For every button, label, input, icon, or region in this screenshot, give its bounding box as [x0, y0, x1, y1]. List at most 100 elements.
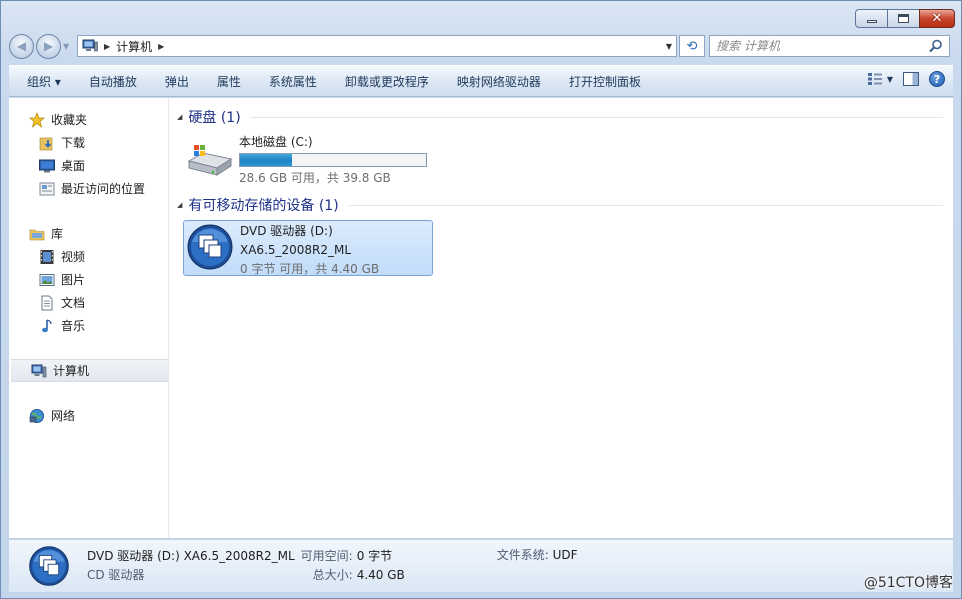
group-divider — [250, 116, 943, 118]
explorer-window: ✕ ◀ ▶ ▼ ▶ 计算机 ▶ ▼ ⟲ 组织 ▾ — [0, 0, 962, 599]
system-properties-button[interactable]: 系统属性 — [255, 73, 331, 90]
file-system-label: 文件系统: — [496, 548, 549, 562]
network-group: 网络 — [9, 404, 168, 427]
window-controls: ✕ — [855, 9, 955, 28]
star-icon — [29, 111, 45, 128]
dvd-drive-icon — [187, 224, 233, 270]
group-header-hard-disks[interactable]: ◢ 硬盘 (1) — [177, 107, 943, 127]
content-area: 收藏夹 下载 桌面 最近访问的位置 库 视频 图片 文档 音乐 计算机 网络 ◢… — [9, 98, 953, 539]
sidebar-item-music[interactable]: 音乐 — [9, 314, 168, 337]
search-box[interactable] — [709, 35, 950, 57]
network-icon — [29, 408, 44, 423]
group-divider — [348, 204, 943, 206]
address-dropdown-icon[interactable]: ▼ — [666, 42, 672, 51]
total-size-value: 4.40 GB — [356, 568, 405, 582]
local-disk-icon — [187, 145, 233, 176]
back-button[interactable]: ◀ — [9, 33, 34, 59]
uninstall-program-button[interactable]: 卸载或更改程序 — [331, 73, 443, 90]
documents-icon — [41, 295, 53, 310]
sidebar-item-label: 网络 — [51, 409, 76, 423]
free-space-value: 0 字节 — [356, 549, 393, 563]
search-icon[interactable] — [929, 39, 943, 53]
recent-places-icon — [39, 182, 55, 195]
sidebar-item-network[interactable]: 网络 — [9, 404, 168, 427]
library-folder-icon — [29, 229, 45, 240]
breadcrumb-separator-icon[interactable]: ▶ — [104, 42, 110, 51]
sidebar-item-label: 计算机 — [53, 364, 90, 378]
help-icon[interactable]: ? — [929, 71, 945, 87]
drive-name: 本地磁盘 (C:) — [239, 135, 313, 149]
sidebar-item-documents[interactable]: 文档 — [9, 291, 168, 314]
details-title: DVD 驱动器 (D:) XA6.5_2008R2_ML — [87, 549, 295, 563]
map-network-drive-button[interactable]: 映射网络驱动器 — [443, 73, 555, 90]
computer-icon — [82, 39, 98, 52]
watermark: @51CTO博客 — [863, 575, 953, 591]
sidebar-item-label: 桌面 — [61, 159, 86, 173]
organize-menu[interactable]: 组织 ▾ — [9, 73, 75, 90]
free-space-label: 可用空间: — [300, 549, 353, 563]
collapse-arrow-icon[interactable]: ◢ — [177, 113, 182, 121]
collapse-arrow-icon[interactable]: ◢ — [177, 201, 182, 209]
sidebar-favorites[interactable]: 收藏夹 — [9, 108, 168, 131]
drive-item-dvd[interactable]: DVD 驱动器 (D:) XA6.5_2008R2_ML 0 字节 可用，共 4… — [183, 220, 433, 276]
pictures-icon — [39, 273, 55, 286]
autoplay-button[interactable]: 自动播放 — [75, 73, 151, 90]
dvd-drive-icon — [29, 546, 69, 586]
minimize-button[interactable] — [855, 9, 888, 28]
capacity-bar-fill — [240, 154, 293, 166]
navigation-pane: 收藏夹 下载 桌面 最近访问的位置 库 视频 图片 文档 音乐 计算机 网络 — [9, 98, 169, 538]
command-bar: 组织 ▾ 自动播放 弹出 属性 系统属性 卸载或更改程序 映射网络驱动器 打开控… — [9, 65, 953, 97]
sidebar-item-label: 图片 — [61, 273, 86, 287]
sidebar-item-label: 收藏夹 — [51, 113, 88, 127]
refresh-icon: ⟲ — [686, 38, 698, 54]
file-system-value: UDF — [552, 548, 578, 562]
minimize-icon — [866, 20, 877, 23]
sidebar-item-desktop[interactable]: 桌面 — [9, 154, 168, 177]
sidebar-item-recent-places[interactable]: 最近访问的位置 — [9, 177, 168, 200]
music-icon — [42, 318, 52, 332]
details-fs: 文件系统: UDF — [497, 546, 578, 565]
sidebar-item-computer[interactable]: 计算机 — [11, 359, 168, 382]
toolbar-right: ▼ ? — [867, 71, 945, 87]
refresh-button[interactable]: ⟲ — [679, 35, 705, 57]
drive-name: DVD 驱动器 (D:) — [240, 224, 333, 238]
sidebar-item-pictures[interactable]: 图片 — [9, 268, 168, 291]
drive-info: 本地磁盘 (C:) 28.6 GB 可用，共 39.8 GB — [239, 133, 427, 189]
close-button[interactable]: ✕ — [919, 9, 955, 28]
details-type: CD 驱动器 — [87, 568, 145, 582]
eject-button[interactable]: 弹出 — [151, 73, 203, 90]
video-icon — [40, 249, 54, 264]
open-control-panel-button[interactable]: 打开控制面板 — [555, 73, 655, 90]
details-title-col: DVD 驱动器 (D:) XA6.5_2008R2_ML CD 驱动器 — [87, 547, 295, 585]
sidebar-item-label: 下载 — [61, 136, 86, 150]
properties-button[interactable]: 属性 — [203, 73, 255, 90]
drive-item-c[interactable]: 本地磁盘 (C:) 28.6 GB 可用，共 39.8 GB — [185, 133, 445, 189]
breadcrumb-computer[interactable]: 计算机 — [116, 38, 152, 55]
forward-button[interactable]: ▶ — [36, 33, 61, 59]
libraries-group: 库 视频 图片 文档 音乐 — [9, 222, 168, 337]
computer-group: 计算机 — [9, 359, 168, 382]
sidebar-item-downloads[interactable]: 下载 — [9, 131, 168, 154]
drive-usage: 0 字节 可用，共 4.40 GB — [240, 262, 380, 276]
group-header-removable[interactable]: ◢ 有可移动存储的设备 (1) — [177, 195, 943, 215]
sidebar-item-label: 最近访问的位置 — [61, 182, 146, 196]
maximize-icon — [898, 14, 909, 23]
recent-pages-dropdown[interactable]: ▼ — [63, 42, 73, 51]
preview-pane-icon[interactable] — [903, 72, 919, 86]
details-size-values: 0 字节 4.40 GB — [357, 547, 405, 585]
file-list-pane: ◢ 硬盘 (1) 本地磁盘 (C:) 28.6 GB 可用，共 39.8 GB … — [177, 98, 953, 538]
breadcrumb-separator-icon[interactable]: ▶ — [158, 42, 164, 51]
sidebar-libraries[interactable]: 库 — [9, 222, 168, 245]
search-input[interactable] — [716, 37, 916, 55]
sidebar-item-label: 视频 — [61, 250, 86, 264]
computer-icon — [31, 364, 47, 377]
back-arrow-icon: ◀ — [16, 39, 27, 53]
capacity-bar — [239, 153, 427, 167]
change-view-icon[interactable] — [867, 72, 883, 86]
sidebar-item-videos[interactable]: 视频 — [9, 245, 168, 268]
address-bar[interactable]: ▶ 计算机 ▶ ▼ — [77, 35, 677, 57]
total-size-label: 总大小: — [312, 568, 353, 582]
view-options-dropdown-icon[interactable]: ▼ — [887, 75, 893, 84]
drive-info: DVD 驱动器 (D:) XA6.5_2008R2_ML 0 字节 可用，共 4… — [240, 222, 379, 276]
maximize-button[interactable] — [887, 9, 920, 28]
